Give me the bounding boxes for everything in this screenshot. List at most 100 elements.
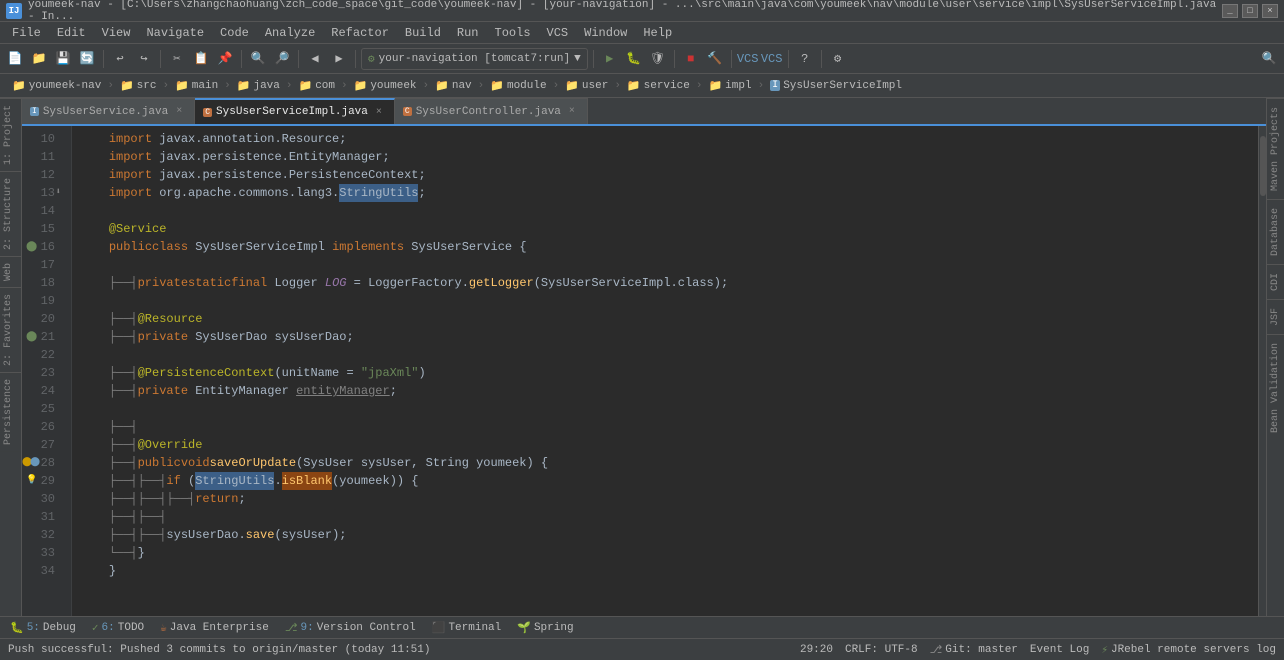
breadcrumb-com[interactable]: 📁 com bbox=[295, 77, 340, 95]
vcs-commit-button[interactable]: VCS bbox=[761, 48, 783, 70]
code-line-11: import javax.persistence.EntityManager; bbox=[80, 148, 1250, 166]
build-button[interactable]: 🔨 bbox=[704, 48, 726, 70]
code-line-25 bbox=[80, 400, 1250, 418]
breadcrumb-file-label: SysUserServiceImpl bbox=[783, 80, 902, 92]
breadcrumb-youmeek[interactable]: 📁 youmeek bbox=[350, 77, 421, 95]
toolbar-sep-8 bbox=[731, 50, 732, 68]
status-message: Push successful: Pushed 3 commits to ori… bbox=[8, 644, 792, 656]
menu-code[interactable]: Code bbox=[212, 24, 257, 42]
toolbar-sep-5 bbox=[355, 50, 356, 68]
search-everywhere-button[interactable]: 🔍 bbox=[1258, 48, 1280, 70]
close-button[interactable]: × bbox=[1262, 4, 1278, 18]
tab-sysuserserviceimpl[interactable]: C SysUserServiceImpl.java × bbox=[195, 98, 395, 124]
debug-tool-btn[interactable]: 🐛 5: Debug bbox=[4, 619, 82, 637]
code-editor[interactable]: 10 11 12 ⬇ 13 14 15 ⬤ 16 17 18 19 20 ⬤ bbox=[22, 126, 1266, 616]
copy-button[interactable]: 📋 bbox=[190, 48, 212, 70]
menu-analyze[interactable]: Analyze bbox=[257, 24, 323, 42]
redo-button[interactable]: ↪ bbox=[133, 48, 155, 70]
line-31: 31 bbox=[22, 508, 63, 526]
vcs-update-button[interactable]: VCS bbox=[737, 48, 759, 70]
line-11: 11 bbox=[22, 148, 63, 166]
menu-edit[interactable]: Edit bbox=[49, 24, 94, 42]
tab-close-1[interactable]: × bbox=[172, 105, 186, 119]
tab-close-3[interactable]: × bbox=[565, 105, 579, 119]
code-line-13: import org.apache.commons.lang3.StringUt… bbox=[80, 184, 1250, 202]
status-jrebel[interactable]: ⚡ JRebel remote servers log bbox=[1101, 643, 1276, 657]
tool-web[interactable]: Web bbox=[0, 256, 21, 287]
status-git[interactable]: ⎇ Git: master bbox=[930, 643, 1018, 657]
panel-cdi[interactable]: CDI bbox=[1267, 264, 1284, 299]
bread-sep-7: › bbox=[478, 80, 485, 92]
status-encoding[interactable]: CRLF: UTF-8 bbox=[845, 643, 918, 657]
tool-structure[interactable]: 2: Structure bbox=[0, 171, 21, 256]
tool-project[interactable]: 1: Project bbox=[0, 98, 21, 171]
tool-favorites[interactable]: 2: Favorites bbox=[0, 287, 21, 372]
terminal-btn[interactable]: ⬛ Terminal bbox=[426, 619, 508, 637]
menu-vcs[interactable]: VCS bbox=[539, 24, 577, 42]
stop-button[interactable]: ■ bbox=[680, 48, 702, 70]
toolbar-sep-10 bbox=[821, 50, 822, 68]
breadcrumb-src[interactable]: 📁 src bbox=[116, 77, 161, 95]
line-27: 27 bbox=[22, 436, 63, 454]
panel-database[interactable]: Database bbox=[1267, 199, 1284, 264]
undo-button[interactable]: ↩ bbox=[109, 48, 131, 70]
breadcrumb-user[interactable]: 📁 user bbox=[561, 77, 612, 95]
cut-button[interactable]: ✂ bbox=[166, 48, 188, 70]
breadcrumb-java[interactable]: 📁 java bbox=[233, 77, 284, 95]
new-file-button[interactable]: 📄 bbox=[4, 48, 26, 70]
menu-build[interactable]: Build bbox=[397, 24, 449, 42]
tab-sysuserservice[interactable]: I SysUserService.java × bbox=[22, 98, 195, 124]
menu-window[interactable]: Window bbox=[576, 24, 635, 42]
scrollbar-thumb[interactable] bbox=[1260, 136, 1266, 196]
tab-sysusercontroller[interactable]: C SysUserController.java × bbox=[395, 98, 588, 124]
forward-button[interactable]: ▶ bbox=[328, 48, 350, 70]
window-controls[interactable]: _ □ × bbox=[1222, 4, 1278, 18]
breadcrumb-project[interactable]: 📁 youmeek-nav bbox=[8, 77, 105, 95]
back-button[interactable]: ◀ bbox=[304, 48, 326, 70]
menu-refactor[interactable]: Refactor bbox=[323, 24, 397, 42]
tool-persistence[interactable]: Persistence bbox=[0, 372, 21, 451]
sync-button[interactable]: 🔄 bbox=[76, 48, 98, 70]
breadcrumb-impl[interactable]: 📁 impl bbox=[704, 77, 755, 95]
java-enterprise-btn[interactable]: ☕ Java Enterprise bbox=[154, 619, 275, 637]
vertical-scrollbar[interactable] bbox=[1258, 126, 1266, 616]
breadcrumb-service[interactable]: 📁 service bbox=[623, 77, 694, 95]
menu-file[interactable]: File bbox=[4, 24, 49, 42]
save-all-button[interactable]: 💾 bbox=[52, 48, 74, 70]
menu-run[interactable]: Run bbox=[449, 24, 487, 42]
run-config-selector[interactable]: ⚙ your-navigation [tomcat7:run] ▼ bbox=[361, 48, 588, 70]
menu-navigate[interactable]: Navigate bbox=[138, 24, 212, 42]
find-button[interactable]: 🔍 bbox=[247, 48, 269, 70]
nav-icon: 📁 bbox=[435, 79, 449, 93]
menu-help[interactable]: Help bbox=[635, 24, 680, 42]
breadcrumb-nav[interactable]: 📁 nav bbox=[431, 77, 476, 95]
panel-bean-validation[interactable]: Bean Validation bbox=[1267, 334, 1284, 441]
spring-btn[interactable]: 🌱 Spring bbox=[511, 619, 579, 637]
code-content[interactable]: import javax.annotation.Resource; import… bbox=[72, 126, 1258, 616]
status-event-log[interactable]: Event Log bbox=[1030, 643, 1089, 657]
menu-view[interactable]: View bbox=[94, 24, 139, 42]
find-replace-button[interactable]: 🔎 bbox=[271, 48, 293, 70]
tab-close-2[interactable]: × bbox=[372, 105, 386, 119]
open-button[interactable]: 📁 bbox=[28, 48, 50, 70]
panel-jsf[interactable]: JSF bbox=[1267, 299, 1284, 334]
paste-button[interactable]: 📌 bbox=[214, 48, 236, 70]
help-button[interactable]: ? bbox=[794, 48, 816, 70]
todo-tool-btn[interactable]: ✓ 6: TODO bbox=[86, 619, 150, 637]
breadcrumb-file[interactable]: I SysUserServiceImpl bbox=[766, 78, 906, 94]
line-28: ⬤ ⬤ 28 bbox=[22, 454, 63, 472]
youmeek-icon: 📁 bbox=[354, 79, 368, 93]
maximize-button[interactable]: □ bbox=[1242, 4, 1258, 18]
run-button[interactable]: ▶ bbox=[599, 48, 621, 70]
debug-button[interactable]: 🐛 bbox=[623, 48, 645, 70]
coverage-button[interactable]: 🛡 bbox=[647, 48, 669, 70]
version-control-btn[interactable]: ⎇ 9: Version Control bbox=[279, 619, 422, 637]
line-10: 10 bbox=[22, 130, 63, 148]
panel-maven[interactable]: Maven Projects bbox=[1267, 98, 1284, 199]
status-position[interactable]: 29:20 bbox=[800, 643, 833, 657]
settings-button[interactable]: ⚙ bbox=[827, 48, 849, 70]
breadcrumb-main[interactable]: 📁 main bbox=[171, 77, 222, 95]
menu-tools[interactable]: Tools bbox=[487, 24, 539, 42]
breadcrumb-module[interactable]: 📁 module bbox=[486, 77, 550, 95]
minimize-button[interactable]: _ bbox=[1222, 4, 1238, 18]
